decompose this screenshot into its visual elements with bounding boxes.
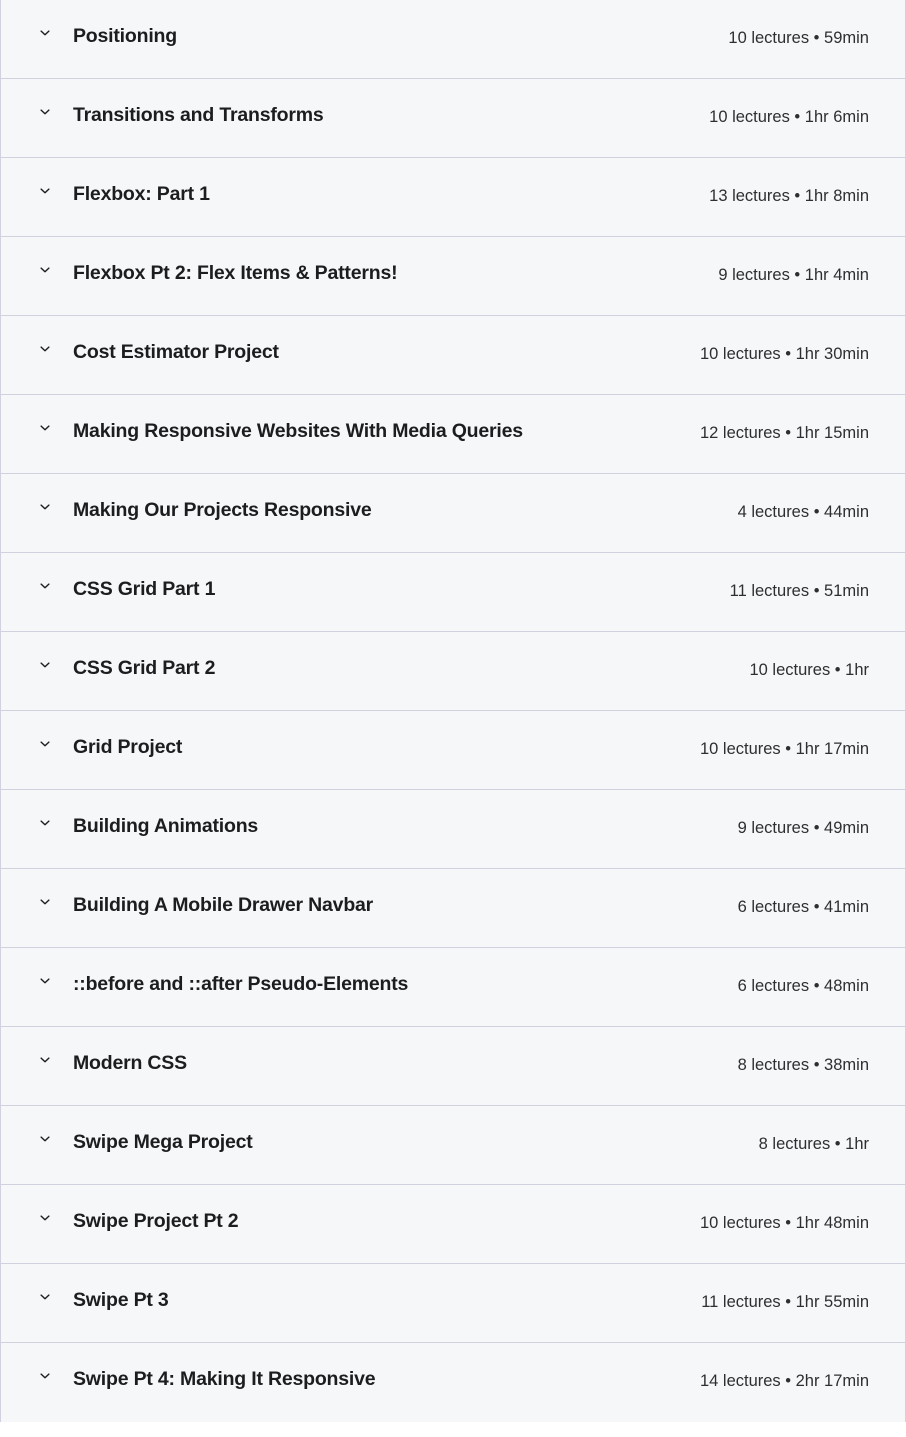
section-header[interactable]: Building A Mobile Drawer Navbar (37, 891, 738, 919)
chevron-down-icon[interactable] (37, 181, 53, 201)
chevron-down-icon[interactable] (37, 655, 53, 675)
chevron-down-icon[interactable] (37, 497, 53, 517)
section-row[interactable]: Swipe Pt 3 11 lectures • 1hr 55min (1, 1264, 905, 1343)
section-row[interactable]: Building Animations 9 lectures • 49min (1, 790, 905, 869)
section-header[interactable]: ::before and ::after Pseudo-Elements (37, 970, 738, 998)
section-row[interactable]: ::before and ::after Pseudo-Elements 6 le… (1, 948, 905, 1027)
chevron-down-icon[interactable] (37, 971, 53, 991)
chevron-down-icon[interactable] (37, 813, 53, 833)
chevron-down-icon[interactable] (37, 734, 53, 754)
section-meta: 8 lectures • 38min (737, 1056, 869, 1074)
section-meta: 10 lectures • 59min (728, 29, 869, 47)
section-title: CSS Grid Part 1 (73, 578, 216, 600)
section-row[interactable]: Swipe Pt 4: Making It Responsive 14 lectu… (1, 1343, 905, 1422)
section-header[interactable]: Building Animations (37, 812, 738, 840)
section-title: Making Responsive Websites With Media Qu… (73, 420, 523, 442)
section-title: Swipe Pt 3 (73, 1289, 169, 1311)
section-header[interactable]: CSS Grid Part 1 (37, 575, 730, 603)
section-title: ::before and ::after Pseudo-Elements (73, 973, 409, 995)
section-meta: 9 lectures • 1hr 4min (718, 266, 869, 284)
section-row[interactable]: Swipe Mega Project 8 lectures • 1hr (1, 1106, 905, 1185)
section-header[interactable]: CSS Grid Part 2 (37, 654, 749, 682)
chevron-down-icon[interactable] (37, 1050, 53, 1070)
chevron-down-icon[interactable] (37, 418, 53, 438)
section-header[interactable]: Positioning (37, 22, 728, 50)
section-row[interactable]: Swipe Project Pt 2 10 lectures • 1hr 48mi… (1, 1185, 905, 1264)
section-header[interactable]: Swipe Pt 4: Making It Responsive (37, 1365, 700, 1393)
chevron-down-icon[interactable] (37, 1287, 53, 1307)
section-meta: 9 lectures • 49min (737, 819, 869, 837)
section-title: Transitions and Transforms (73, 104, 324, 126)
section-row[interactable]: CSS Grid Part 2 10 lectures • 1hr (1, 632, 905, 711)
section-row[interactable]: Making Responsive Websites With Media Qu… (1, 395, 905, 474)
section-header[interactable]: Swipe Pt 3 (37, 1286, 701, 1314)
section-meta: 10 lectures • 1hr 30min (699, 345, 869, 363)
section-title: Grid Project (73, 736, 183, 758)
course-curriculum-list: Positioning 10 lectures • 59min Transition… (0, 0, 906, 1422)
section-row[interactable]: Grid Project 10 lectures • 1hr 17min (1, 711, 905, 790)
section-header[interactable]: Making Our Projects Responsive (37, 496, 738, 524)
section-title: Modern CSS (73, 1052, 187, 1074)
section-title: Building A Mobile Drawer Navbar (73, 894, 374, 916)
section-meta: 8 lectures • 1hr (758, 1135, 869, 1153)
chevron-down-icon[interactable] (37, 1129, 53, 1149)
section-title: Making Our Projects Responsive (73, 499, 372, 521)
section-header[interactable]: Making Responsive Websites With Media Qu… (37, 417, 700, 445)
section-row[interactable]: Building A Mobile Drawer Navbar 6 lecture… (1, 869, 905, 948)
section-meta: 6 lectures • 48min (737, 977, 869, 995)
chevron-down-icon[interactable] (37, 1208, 53, 1228)
section-meta: 14 lectures • 2hr 17min (699, 1372, 869, 1390)
section-row[interactable]: Positioning 10 lectures • 59min (1, 0, 905, 79)
chevron-down-icon[interactable] (37, 339, 53, 359)
chevron-down-icon[interactable] (37, 1366, 53, 1386)
chevron-down-icon[interactable] (37, 892, 53, 912)
section-meta: 4 lectures • 44min (737, 503, 869, 521)
section-title: Flexbox: Part 1 (73, 183, 210, 205)
section-meta: 11 lectures • 51min (729, 582, 869, 600)
section-row[interactable]: Modern CSS 8 lectures • 38min (1, 1027, 905, 1106)
section-title: Swipe Mega Project (73, 1131, 253, 1153)
section-row[interactable]: Flexbox: Part 1 13 lectures • 1hr 8min (1, 158, 905, 237)
section-title: Swipe Pt 4: Making It Responsive (73, 1368, 376, 1390)
chevron-down-icon[interactable] (37, 260, 53, 280)
section-header[interactable]: Modern CSS (37, 1049, 738, 1077)
section-row[interactable]: Making Our Projects Responsive 4 lectures… (1, 474, 905, 553)
section-header[interactable]: Flexbox Pt 2: Flex Items & Patterns! (37, 259, 718, 287)
section-meta: 12 lectures • 1hr 15min (699, 424, 869, 442)
section-meta: 10 lectures • 1hr 48min (699, 1214, 869, 1232)
section-meta: 6 lectures • 41min (737, 898, 869, 916)
section-title: Positioning (73, 25, 177, 47)
section-meta: 10 lectures • 1hr 6min (709, 108, 869, 126)
section-meta: 11 lectures • 1hr 55min (701, 1293, 869, 1311)
section-row[interactable]: CSS Grid Part 1 11 lectures • 51min (1, 553, 905, 632)
section-meta: 10 lectures • 1hr (749, 661, 869, 679)
section-header[interactable]: Grid Project (37, 733, 700, 761)
section-row[interactable]: Flexbox Pt 2: Flex Items & Patterns! 9 le… (1, 237, 905, 316)
chevron-down-icon[interactable] (37, 576, 53, 596)
section-row[interactable]: Cost Estimator Project 10 lectures • 1hr … (1, 316, 905, 395)
section-title: Building Animations (73, 815, 259, 837)
section-header[interactable]: Swipe Mega Project (37, 1128, 759, 1156)
chevron-down-icon[interactable] (37, 102, 53, 122)
section-header[interactable]: Flexbox: Part 1 (37, 180, 709, 208)
section-title: CSS Grid Part 2 (73, 657, 216, 679)
section-header[interactable]: Swipe Project Pt 2 (37, 1207, 700, 1235)
chevron-down-icon[interactable] (37, 23, 53, 43)
section-meta: 13 lectures • 1hr 8min (709, 187, 869, 205)
section-title: Cost Estimator Project (73, 341, 279, 363)
section-meta: 10 lectures • 1hr 17min (699, 740, 869, 758)
section-header[interactable]: Transitions and Transforms (37, 101, 709, 129)
section-row[interactable]: Transitions and Transforms 10 lectures • … (1, 79, 905, 158)
section-header[interactable]: Cost Estimator Project (37, 338, 700, 366)
section-title: Flexbox Pt 2: Flex Items & Patterns! (73, 262, 398, 284)
section-title: Swipe Project Pt 2 (73, 1210, 239, 1232)
